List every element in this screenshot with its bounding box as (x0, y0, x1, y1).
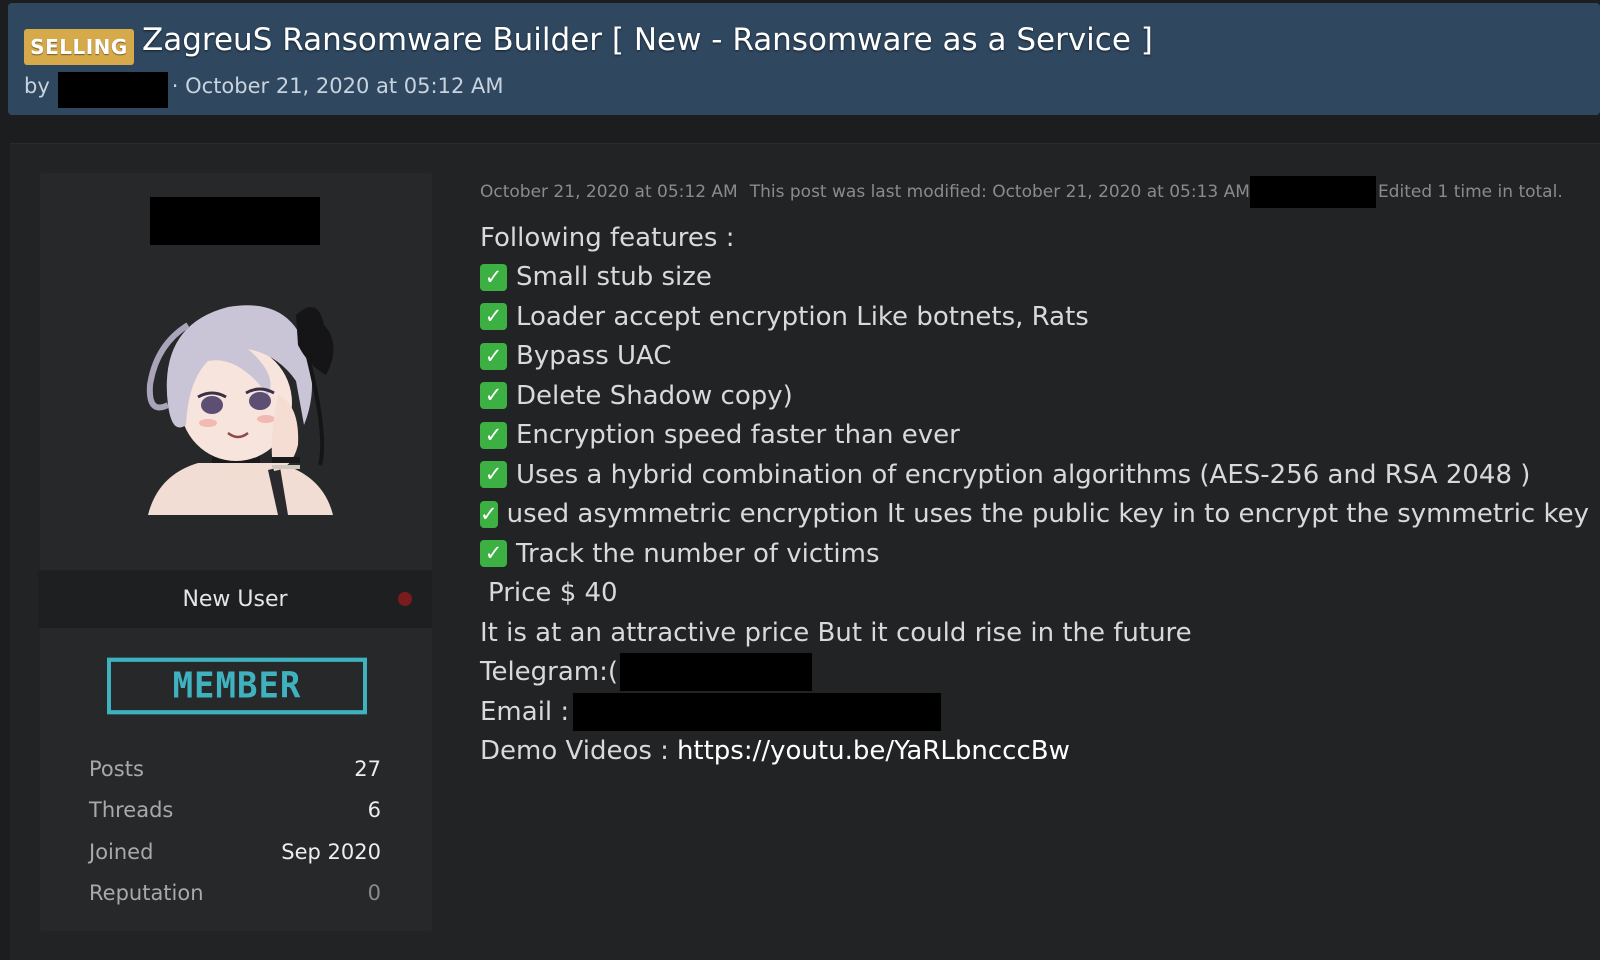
feature-text: Loader accept encryption Like botnets, R… (516, 301, 1089, 332)
stat-value[interactable]: 0 (368, 881, 381, 905)
redacted-email (573, 692, 942, 731)
by-label: by (24, 74, 50, 98)
feature-text: Track the number of victims (516, 538, 880, 569)
redacted-author-name (57, 72, 168, 108)
check-mark-icon: ✓ (480, 421, 507, 449)
feature-text: used asymmetric encryption It uses the p… (506, 499, 1589, 530)
user-rank: New User (182, 586, 288, 612)
telegram-line: Telegram:( (480, 653, 1580, 693)
price-text: Price $ 40 (488, 578, 618, 609)
stat-label: Joined (89, 839, 154, 864)
feature-item: ✓ Bypass UAC (480, 337, 1580, 377)
stat-label: Posts (89, 756, 144, 781)
demo-label: Demo Videos : (480, 736, 669, 767)
post-body: Following features : ✓ Small stub size ✓ L… (480, 218, 1589, 772)
feature-text: Uses a hybrid combination of encryption … (516, 459, 1531, 490)
price-note: It is at an attractive price But it coul… (480, 617, 1192, 648)
check-mark-icon: ✓ (480, 382, 507, 410)
stat-row-reputation: Reputation 0 (89, 873, 381, 915)
feature-text: Encryption speed faster than ever (516, 420, 960, 451)
feature-item: ✓ Loader accept encryption Like botnets, … (480, 297, 1580, 337)
demo-line: Demo Videos : https://youtu.be/YaRLbnccc… (480, 732, 1580, 772)
redacted-editor-name (1249, 176, 1376, 208)
stat-row-posts: Posts 27 (89, 748, 381, 790)
feature-text: Delete Shadow copy) (516, 380, 793, 411)
post-meta: October 21, 2020 at 05:12 AM This post w… (480, 176, 1563, 208)
feature-item: ✓ Encryption speed faster than ever (480, 416, 1580, 456)
demo-video-link[interactable]: https://youtu.be/YaRLbncccBw (677, 736, 1070, 766)
thread-date: · October 21, 2020 at 05:12 AM (171, 74, 504, 98)
member-badge: MEMBER (107, 657, 367, 715)
feature-item: ✓ Small stub size (480, 258, 1580, 298)
email-label: Email : (480, 696, 570, 727)
stat-value[interactable]: 6 (368, 798, 381, 822)
stat-row-joined: Joined Sep 2020 (89, 831, 381, 873)
feature-text: Small stub size (516, 262, 712, 293)
stat-value[interactable]: 27 (354, 757, 381, 781)
user-rank-bar: New User (38, 570, 432, 628)
check-mark-icon: ✓ (480, 461, 507, 489)
check-mark-icon: ✓ (480, 540, 507, 568)
post-edited: Edited 1 time in total. (1377, 182, 1563, 202)
telegram-label: Telegram:( (480, 657, 619, 688)
features-intro: Following features : (480, 222, 735, 253)
stat-label: Reputation (89, 881, 204, 906)
stat-row-threads: Threads 6 (89, 790, 381, 832)
user-stats: Posts 27 Threads 6 Joined Sep 2020 Reput… (89, 748, 381, 914)
feature-item: ✓ Track the number of victims (480, 534, 1580, 574)
check-mark-icon: ✓ (480, 303, 507, 331)
check-mark-icon: ✓ (480, 342, 507, 370)
check-mark-icon: ✓ (480, 500, 498, 528)
thread-title: ZagreuS Ransomware Builder [ New - Ranso… (142, 22, 1153, 58)
check-mark-icon: ✓ (480, 263, 507, 291)
post-date[interactable]: October 21, 2020 at 05:12 AM (480, 182, 738, 202)
post-modified: This post was last modified: October 21,… (749, 182, 1250, 202)
feature-text: Bypass UAC (516, 341, 672, 372)
user-avatar[interactable] (128, 285, 344, 515)
selling-prefix-badge[interactable]: SELLING (24, 29, 134, 65)
feature-item: ✓ Uses a hybrid combination of encryption… (480, 455, 1580, 495)
thread-meta: by · October 21, 2020 at 05:12 AM (24, 68, 504, 108)
email-line: Email : (480, 692, 1580, 732)
stat-value: Sep 2020 (281, 839, 381, 864)
feature-item: ✓ Delete Shadow copy) (480, 376, 1580, 416)
feature-item: ✓ used asymmetric encryption It uses the … (480, 495, 1589, 535)
redacted-username (150, 197, 320, 245)
stat-label: Threads (89, 798, 174, 823)
offline-status-dot (398, 592, 412, 606)
redacted-telegram (620, 653, 813, 692)
